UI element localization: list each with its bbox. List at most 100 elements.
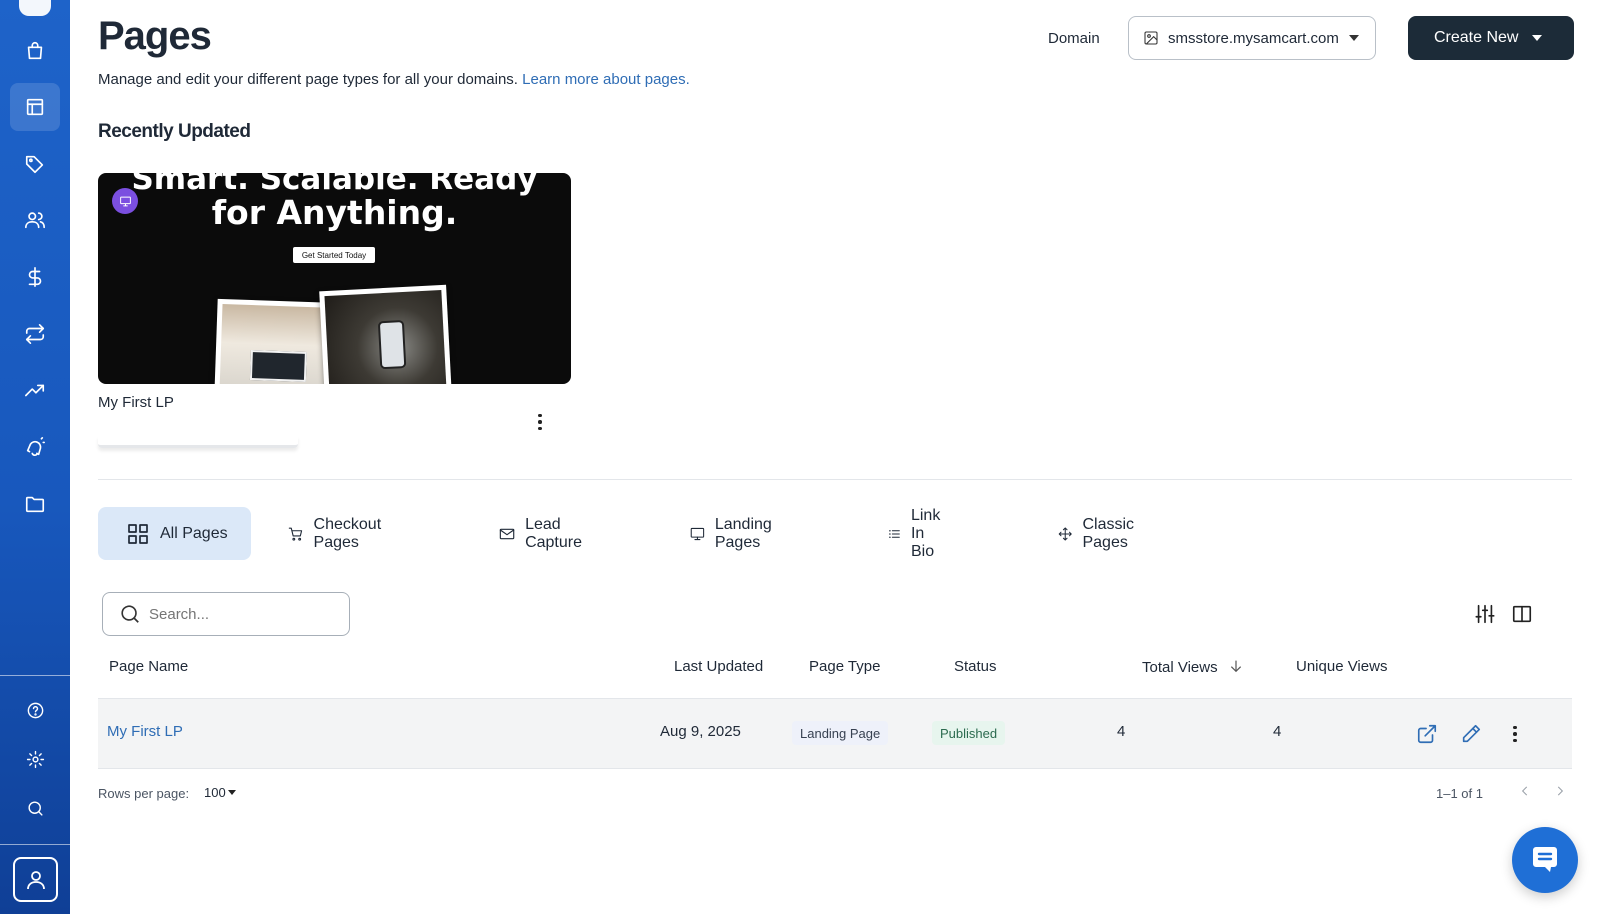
column-header-page-type[interactable]: Page Type xyxy=(809,658,880,675)
column-header-page-name[interactable]: Page Name xyxy=(109,658,188,675)
list-icon xyxy=(889,529,900,538)
unique-views-cell: 4 xyxy=(1273,723,1282,740)
rows-per-page-select[interactable]: 100 xyxy=(204,785,236,800)
tab-checkout-pages[interactable]: Checkout Pages xyxy=(260,507,390,560)
pages-nav-button[interactable] xyxy=(10,83,60,131)
recently-updated-title: Recently Updated xyxy=(98,121,251,142)
more-vertical-icon xyxy=(538,413,542,418)
dollar-icon xyxy=(28,267,42,287)
pagination-info: 1–1 of 1 xyxy=(1436,786,1483,801)
status-badge: Published xyxy=(932,721,1006,745)
thumb-heading: for Anything. xyxy=(211,193,458,232)
create-new-button[interactable]: Create New xyxy=(1408,16,1574,60)
chevron-down-icon xyxy=(227,790,236,795)
columns-icon xyxy=(1512,605,1532,623)
filter-button[interactable] xyxy=(1474,603,1496,625)
reports-nav-button[interactable] xyxy=(10,366,60,414)
page-card-menu-button[interactable] xyxy=(532,410,548,434)
card-footer xyxy=(98,436,298,448)
subtitle-text: Manage and edit your different page type… xyxy=(98,71,518,88)
folder-icon xyxy=(25,496,45,513)
tab-label: Landing Pages xyxy=(714,515,772,551)
tab-label: Lead Capture xyxy=(525,515,582,551)
user-icon xyxy=(26,870,45,889)
search-input[interactable] xyxy=(149,605,329,623)
edit-page-button[interactable] xyxy=(1458,721,1484,747)
row-menu-button[interactable] xyxy=(1502,721,1528,747)
subscriptions-nav-button[interactable] xyxy=(10,310,60,358)
page-title: Pages xyxy=(98,14,212,58)
previous-page-button[interactable] xyxy=(1518,784,1536,802)
tab-all-pages[interactable]: All Pages xyxy=(98,507,251,560)
main-content: Pages Manage and edit your different pag… xyxy=(70,0,1600,914)
search-field[interactable] xyxy=(102,592,350,636)
tab-link-in-bio[interactable]: Link In Bio xyxy=(860,507,951,560)
pencil-icon xyxy=(1462,724,1481,743)
table-row[interactable]: My First LP Aug 9, 2025 Landing Page Pub… xyxy=(98,699,1572,769)
column-header-status[interactable]: Status xyxy=(954,658,997,675)
sidebar-divider xyxy=(0,844,70,845)
account-button[interactable] xyxy=(13,857,58,902)
rows-per-page-label: Rows per page: xyxy=(98,786,190,801)
tab-classic-pages[interactable]: Classic Pages xyxy=(1030,507,1144,560)
trending-icon xyxy=(25,384,45,397)
section-divider xyxy=(98,479,1572,480)
store-nav-button[interactable] xyxy=(10,27,60,75)
learn-more-link[interactable]: Learn more about pages. xyxy=(522,71,690,88)
tab-label: Checkout Pages xyxy=(313,515,382,551)
page-card-name[interactable]: My First LP xyxy=(98,394,174,411)
search-icon xyxy=(121,605,139,623)
bell-icon xyxy=(26,437,45,457)
chat-button[interactable] xyxy=(1512,827,1578,893)
page-card-thumbnail[interactable]: Smart. Scalable. Ready for Anything. Get… xyxy=(98,173,571,384)
tab-lead-capture[interactable]: Lead Capture xyxy=(471,507,590,560)
page-name-link[interactable]: My First LP xyxy=(107,723,183,740)
chevron-right-icon xyxy=(1557,786,1564,796)
customers-nav-button[interactable] xyxy=(10,196,60,244)
help-nav-button[interactable] xyxy=(10,686,60,734)
page-subtitle: Manage and edit your different page type… xyxy=(98,71,690,88)
tab-label: Classic Pages xyxy=(1082,515,1135,551)
rows-per-page-value: 100 xyxy=(204,785,226,800)
tab-label: All Pages xyxy=(160,524,228,542)
laptop-illustration xyxy=(249,350,307,382)
last-updated-cell: Aug 9, 2025 xyxy=(660,723,741,740)
next-page-button[interactable] xyxy=(1553,784,1571,802)
column-header-last-updated[interactable]: Last Updated xyxy=(674,658,763,675)
columns-button[interactable] xyxy=(1511,603,1533,625)
chevron-left-icon xyxy=(1521,786,1528,796)
image-icon xyxy=(1144,31,1158,45)
domain-select[interactable]: smsstore.mysamcart.com xyxy=(1128,16,1376,60)
column-header-total-views[interactable]: Total Views xyxy=(1142,658,1244,676)
sliders-icon xyxy=(1475,604,1495,624)
move-icon xyxy=(1058,526,1072,541)
chevron-down-icon xyxy=(1532,35,1542,41)
tab-landing-pages[interactable]: Landing Pages xyxy=(662,507,781,560)
domain-label: Domain xyxy=(1048,30,1100,47)
tag-icon xyxy=(25,155,44,174)
settings-nav-button[interactable] xyxy=(10,735,60,783)
phone-illustration xyxy=(377,320,407,370)
page-type-chip: Landing Page xyxy=(792,721,889,745)
tab-label: Link In Bio xyxy=(910,506,941,560)
total-views-cell: 4 xyxy=(1117,723,1126,740)
repeat-icon xyxy=(25,324,45,344)
chevron-down-icon xyxy=(1349,35,1359,41)
products-nav-button[interactable] xyxy=(10,140,60,188)
chat-icon xyxy=(1533,847,1557,872)
sidebar xyxy=(0,0,70,914)
marketing-nav-button[interactable] xyxy=(10,423,60,471)
column-header-unique-views[interactable]: Unique Views xyxy=(1296,658,1387,675)
thumb-cta: Get Started Today xyxy=(293,247,375,263)
create-new-label: Create New xyxy=(1434,29,1519,46)
files-nav-button[interactable] xyxy=(10,480,60,528)
sales-nav-button[interactable] xyxy=(10,253,60,301)
sidebar-divider xyxy=(0,675,70,676)
search-nav-button[interactable] xyxy=(10,784,60,832)
domain-value: smsstore.mysamcart.com xyxy=(1168,29,1339,47)
help-icon xyxy=(27,702,43,718)
open-page-button[interactable] xyxy=(1414,721,1440,747)
layout-icon xyxy=(26,98,44,116)
landing-page-badge xyxy=(112,188,138,214)
app-logo[interactable] xyxy=(19,0,51,16)
